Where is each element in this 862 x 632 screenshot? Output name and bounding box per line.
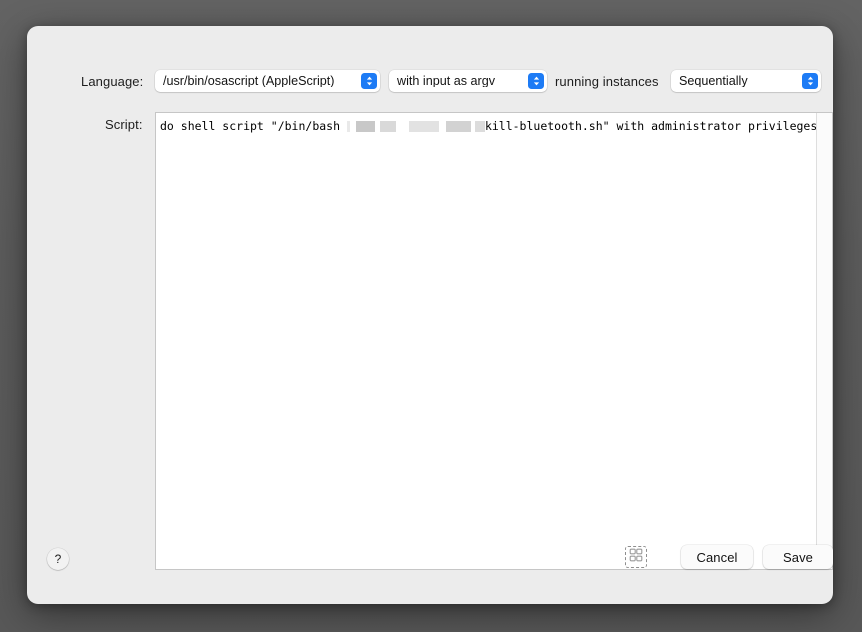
help-button-label: ? [54,552,62,566]
dialog-bottom-bar: ? Cancel Save [27,542,833,604]
help-button[interactable]: ? [47,548,69,570]
redacted-path-region [346,120,485,132]
script-text-layer[interactable]: do shell script "/bin/bash kill-bluetoot… [156,113,818,569]
redaction-block [438,120,446,132]
script-label: Script: [105,117,143,132]
input-mode-popup-value: with input as argv [397,74,496,88]
redaction-block [379,120,396,132]
script-text-prefix: do shell script "/bin/bash [160,119,347,133]
redaction-block [408,120,439,132]
language-label: Language: [81,74,144,89]
script-line: do shell script "/bin/bash kill-bluetoot… [160,118,818,134]
running-instances-popup-value: Sequentially [679,74,748,88]
redaction-block [445,120,471,132]
language-popup[interactable]: /usr/bin/osascript (AppleScript) [155,70,380,92]
cancel-button[interactable]: Cancel [681,545,753,569]
grid-2x2-icon [629,548,643,567]
running-instances-popup[interactable]: Sequentially [671,70,821,92]
updown-chevron-icon [361,73,377,89]
script-editor[interactable]: do shell script "/bin/bash kill-bluetoot… [155,112,833,570]
redaction-block [474,120,485,132]
redaction-block [395,120,409,132]
running-instances-label: running instances [555,74,659,89]
script-text-suffix: kill-bluetooth.sh" with administrator pr… [484,119,818,133]
updown-chevron-icon [528,73,544,89]
updown-chevron-icon [802,73,818,89]
language-popup-value: /usr/bin/osascript (AppleScript) [163,74,335,88]
configuration-row: Language: /usr/bin/osascript (AppleScrip… [27,26,833,92]
input-mode-popup[interactable]: with input as argv [389,70,547,92]
cancel-button-label: Cancel [696,549,738,565]
script-editor-right-border [832,112,833,570]
grid-toggle-button[interactable] [625,546,647,568]
run-shell-script-dialog: Language: /usr/bin/osascript (AppleScrip… [27,26,833,604]
script-vertical-scrollbar[interactable] [816,113,833,569]
redaction-block [355,120,375,132]
save-button[interactable]: Save [763,545,833,569]
save-button-label: Save [782,549,814,565]
